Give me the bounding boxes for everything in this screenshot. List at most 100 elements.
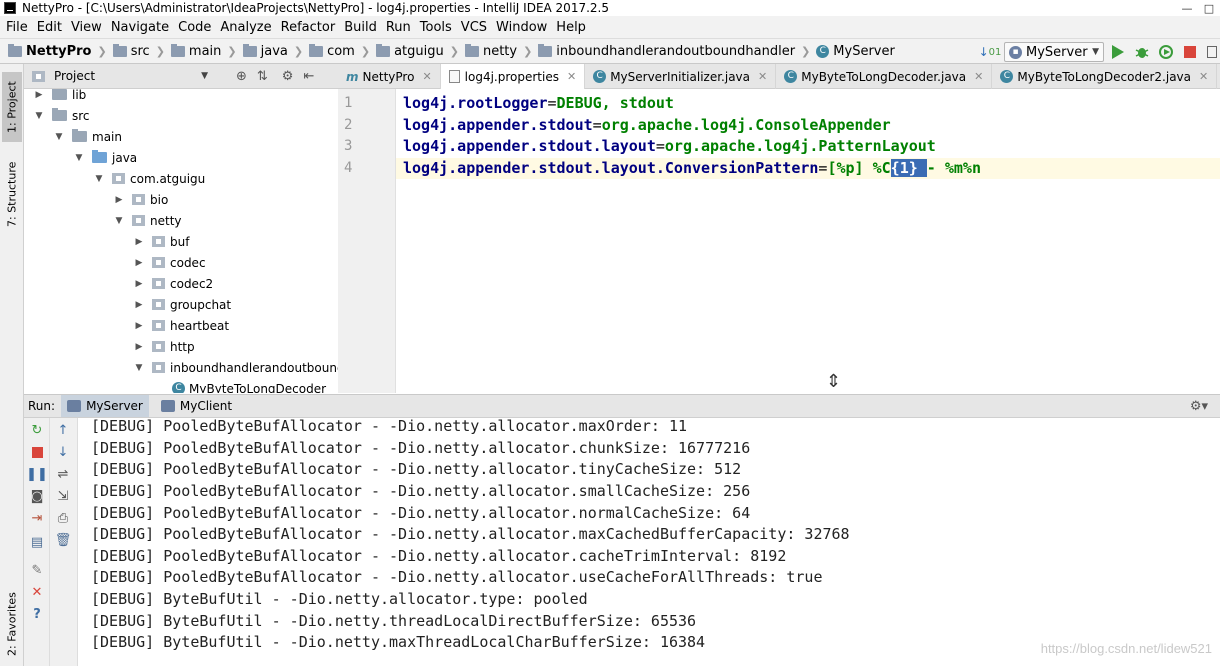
chevron-down-icon[interactable]: ▼ — [114, 216, 124, 226]
tree-item-mybytetolongdecoder[interactable]: C MyByteToLongDecoder — [172, 378, 326, 393]
debug-button[interactable] — [1134, 44, 1150, 60]
build-icon[interactable]: ↓ 01 — [979, 44, 1002, 60]
project-structure-icon[interactable] — [1204, 44, 1220, 60]
rerun-icon[interactable]: ↻ — [29, 422, 45, 438]
soft-wrap-icon[interactable]: ⇌ — [55, 466, 71, 482]
menu-refactor[interactable]: Refactor — [281, 20, 336, 35]
tab-structure[interactable]: 7: Structure — [2, 156, 22, 232]
run-button[interactable] — [1110, 44, 1126, 60]
print-icon[interactable]: ⎙ — [55, 510, 71, 526]
chevron-right-icon[interactable]: ▶ — [34, 90, 44, 100]
tree-item-codec2[interactable]: ▶ codec2 — [134, 273, 214, 294]
menu-analyze[interactable]: Analyze — [220, 20, 271, 35]
menu-build[interactable]: Build — [344, 20, 377, 35]
menu-code[interactable]: Code — [178, 20, 211, 35]
tree-item-groupchat[interactable]: ▶ groupchat — [134, 294, 232, 315]
breadcrumb-netty[interactable]: netty ❯ — [464, 43, 532, 59]
editor-gutter[interactable]: 1 2 3 4 — [338, 89, 396, 393]
run-configuration-select[interactable]: ▪ MyServer ▼ — [1004, 42, 1104, 62]
chevron-down-icon[interactable]: ▼ — [94, 174, 104, 184]
arrow-down-icon[interactable]: ↓ — [55, 444, 71, 460]
breadcrumb-atguigu[interactable]: atguigu ❯ — [376, 43, 459, 59]
close-icon[interactable]: ✕ — [29, 584, 45, 600]
chevron-right-icon[interactable]: ▶ — [114, 195, 124, 205]
code-line-3[interactable]: log4j.appender.stdout.layout=org.apache.… — [403, 136, 936, 157]
tree-item-inboundhandlerandoutbound[interactable]: ▼ inboundhandlerandoutbound — [134, 357, 338, 378]
minimize-button[interactable]: — — [1176, 0, 1198, 16]
tree-item-main[interactable]: ▼ main — [54, 126, 122, 147]
chevron-down-icon[interactable]: ▼ — [34, 111, 44, 121]
chevron-down-icon[interactable]: ▼ — [201, 71, 208, 81]
project-pane-title[interactable]: Project — [54, 69, 95, 83]
code-editor[interactable]: log4j.rootLogger=DEBUG, stdout log4j.app… — [396, 89, 1220, 393]
code-line-2[interactable]: log4j.appender.stdout=org.apache.log4j.C… — [403, 115, 891, 136]
tree-item-codec[interactable]: ▶ codec — [134, 252, 206, 273]
tree-item-java[interactable]: ▼ java — [74, 147, 137, 168]
chevron-right-icon[interactable]: ▶ — [134, 342, 144, 352]
run-tab-myserver[interactable]: MyServer — [61, 395, 149, 417]
tree-item-src[interactable]: ▼ src — [34, 105, 90, 126]
hide-icon[interactable]: ⇤ — [303, 69, 314, 84]
chevron-right-icon[interactable]: ▶ — [134, 237, 144, 247]
code-line-4[interactable]: log4j.appender.stdout.layout.ConversionP… — [396, 158, 1220, 179]
close-icon[interactable]: ✕ — [1199, 70, 1208, 83]
breadcrumb-src[interactable]: src ❯ — [112, 43, 165, 59]
menu-tools[interactable]: Tools — [420, 20, 452, 35]
help-icon[interactable]: ? — [29, 606, 45, 622]
chevron-right-icon[interactable]: ▶ — [134, 321, 144, 331]
tree-item-com-atguigu[interactable]: ▼ com.atguigu — [94, 168, 206, 189]
arrow-up-icon[interactable]: ↑ — [55, 422, 71, 438]
menu-navigate[interactable]: Navigate — [111, 20, 169, 35]
breadcrumb-main[interactable]: main ❯ — [170, 43, 237, 59]
gear-icon[interactable]: ⚙ — [282, 69, 294, 84]
scroll-from-source-icon[interactable]: ⊕ — [236, 69, 247, 84]
tree-item-lib[interactable]: ▶ lib — [34, 89, 86, 105]
tab-nettypro[interactable]: m NettyPro ✕ — [338, 64, 441, 89]
tab-favorites[interactable]: 2: Favorites — [2, 586, 22, 662]
tree-item-heartbeat[interactable]: ▶ heartbeat — [134, 315, 230, 336]
stop-button[interactable] — [1182, 44, 1198, 60]
tab-mybytetolongdecoder2[interactable]: C MyByteToLongDecoder2.java ✕ — [992, 64, 1218, 89]
pin-icon[interactable]: ✎ — [29, 562, 45, 578]
chevron-down-icon[interactable]: ▼ — [54, 132, 64, 142]
menu-run[interactable]: Run — [386, 20, 411, 35]
chevron-down-icon[interactable]: ▼ — [74, 153, 84, 163]
breadcrumb-myserver[interactable]: C MyServer — [816, 44, 895, 59]
tree-item-http[interactable]: ▶ http — [134, 336, 195, 357]
tree-item-netty[interactable]: ▼ netty — [114, 210, 182, 231]
chevron-right-icon[interactable]: ▶ — [134, 300, 144, 310]
tree-item-bio[interactable]: ▶ bio — [114, 189, 169, 210]
exit-icon[interactable]: ⇥ — [29, 510, 45, 526]
gear-icon[interactable]: ⚙▾ — [1190, 399, 1208, 414]
menu-view[interactable]: View — [71, 20, 102, 35]
menu-vcs[interactable]: VCS — [461, 20, 487, 35]
close-icon[interactable]: ✕ — [567, 70, 576, 83]
close-icon[interactable]: ✕ — [758, 70, 767, 83]
console-output[interactable]: [DEBUG] PooledByteBufAllocator - -Dio.ne… — [78, 417, 1220, 666]
maximize-button[interactable]: □ — [1198, 0, 1220, 16]
pause-icon[interactable]: ❚❚ — [26, 466, 48, 482]
scroll-to-end-icon[interactable]: ⇲ — [55, 488, 71, 504]
stop-icon[interactable] — [29, 444, 45, 460]
chevron-down-icon[interactable]: ▼ — [134, 363, 144, 373]
run-tab-myclient[interactable]: MyClient — [155, 395, 238, 417]
dump-threads-icon[interactable]: ◙ — [29, 488, 45, 504]
breadcrumb-java[interactable]: java ❯ — [242, 43, 303, 59]
breadcrumb-project[interactable]: NettyPro ❯ — [8, 43, 107, 59]
tab-log4j-properties[interactable]: log4j.properties ✕ — [440, 64, 586, 89]
close-icon[interactable]: ✕ — [422, 70, 431, 83]
chevron-right-icon[interactable]: ▶ — [134, 258, 144, 268]
tree-item-buf[interactable]: ▶ buf — [134, 231, 190, 252]
menu-file[interactable]: File — [6, 20, 28, 35]
collapse-all-icon[interactable]: ⇅ — [257, 69, 268, 84]
layout-icon[interactable]: ▤ — [29, 534, 45, 550]
trash-icon[interactable]: 🗑 — [55, 532, 72, 548]
menu-window[interactable]: Window — [496, 20, 547, 35]
menu-help[interactable]: Help — [556, 20, 586, 35]
breadcrumb-inboundhandler[interactable]: inboundhandlerandoutboundhandler ❯ — [538, 43, 810, 59]
close-icon[interactable]: ✕ — [974, 70, 983, 83]
breadcrumb-com[interactable]: com ❯ — [309, 43, 370, 59]
tab-mybytetolongdecoder[interactable]: C MyByteToLongDecoder.java ✕ — [776, 64, 993, 89]
tab-myserverinitializer[interactable]: C MyServerInitializer.java ✕ — [585, 64, 777, 89]
code-line-1[interactable]: log4j.rootLogger=DEBUG, stdout — [403, 93, 674, 114]
